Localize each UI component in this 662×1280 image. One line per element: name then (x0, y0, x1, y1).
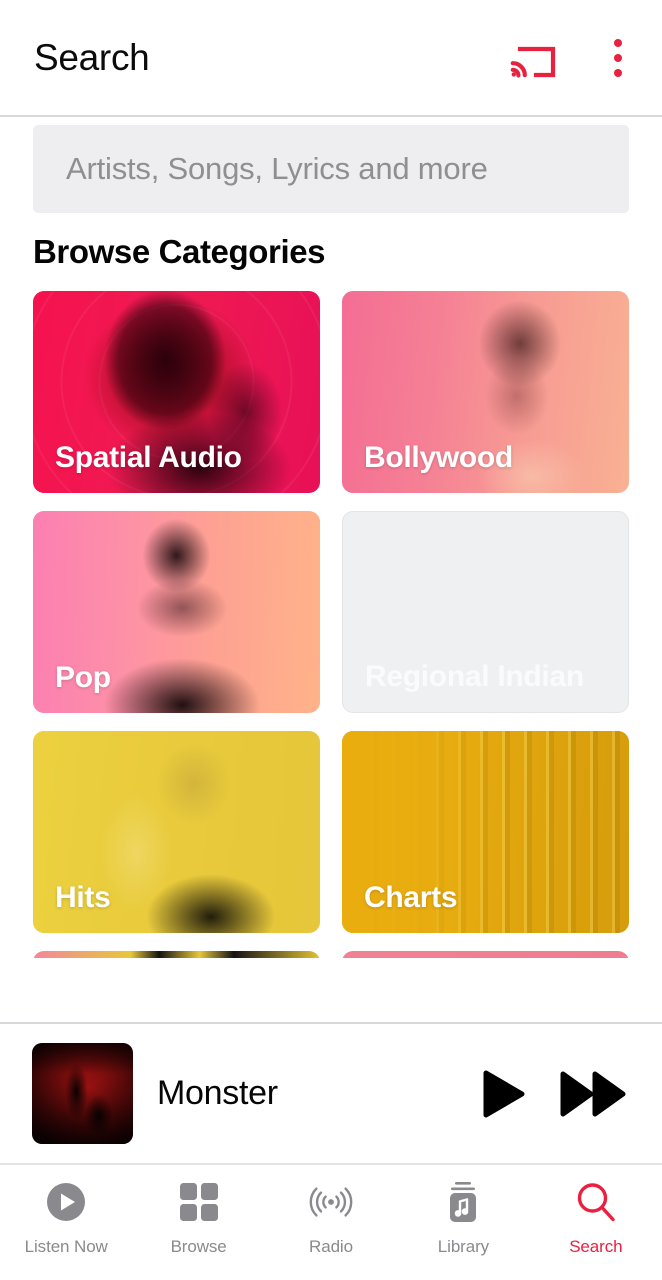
category-tile-hits[interactable]: Hits (33, 731, 320, 933)
browse-categories-heading: Browse Categories (33, 233, 326, 270)
category-tile-charts[interactable]: Charts (342, 731, 629, 933)
nav-label: Search (569, 1237, 623, 1256)
nav-label: Radio (309, 1237, 353, 1256)
category-label: Bollywood (364, 441, 513, 474)
more-vertical-icon (604, 37, 632, 79)
cast-icon (510, 46, 556, 77)
play-button[interactable] (482, 1070, 526, 1118)
search-input[interactable]: Artists, Songs, Lyrics and more (33, 125, 629, 213)
mini-player[interactable]: Monster (0, 1022, 662, 1165)
cast-button[interactable] (510, 38, 558, 78)
category-label: Charts (364, 881, 458, 914)
nav-item-library[interactable]: Library (397, 1179, 529, 1257)
page-title: Search (34, 37, 150, 78)
nav-item-browse[interactable]: Browse (132, 1179, 264, 1257)
overflow-menu-button[interactable] (604, 37, 632, 79)
radio-waves-icon (308, 1179, 354, 1225)
library-music-icon (443, 1179, 483, 1225)
nav-item-search[interactable]: Search (530, 1179, 662, 1257)
app-bar-actions (510, 37, 632, 79)
next-track-button[interactable] (560, 1070, 628, 1118)
player-controls (482, 1070, 628, 1118)
category-tile-clipped[interactable] (33, 951, 320, 958)
nav-item-radio[interactable]: Radio (265, 1179, 397, 1257)
browse-categories-grid: Spatial Audio Bollywood Pop Regional Ind… (33, 291, 629, 933)
category-label: Regional Indian (365, 660, 584, 693)
category-label: Hits (55, 881, 111, 914)
app-screen: Search Artists, Songs, Lyrics and more B… (0, 0, 662, 1280)
album-art (32, 1043, 133, 1144)
category-tile-bollywood[interactable]: Bollywood (342, 291, 629, 493)
nav-label: Library (437, 1237, 490, 1256)
nav-item-listen-now[interactable]: Listen Now (0, 1179, 132, 1257)
category-tile-regional-indian[interactable]: Regional Indian (342, 511, 629, 713)
category-tile-spatial-audio[interactable]: Spatial Audio (33, 291, 320, 493)
nav-label: Browse (170, 1237, 227, 1256)
search-input-placeholder: Artists, Songs, Lyrics and more (66, 151, 488, 186)
category-label: Spatial Audio (55, 441, 242, 474)
play-circle-icon (45, 1179, 87, 1225)
app-bar: Search (0, 0, 662, 117)
nav-label: Listen Now (24, 1237, 108, 1256)
browse-categories-next-row-clipped (33, 951, 629, 958)
track-title: Monster (157, 1074, 278, 1112)
search-content-scroll[interactable]: Artists, Songs, Lyrics and more Browse C… (0, 117, 662, 1022)
category-tile-clipped[interactable] (342, 951, 629, 958)
play-icon (483, 1070, 525, 1117)
fast-forward-icon (560, 1071, 626, 1116)
category-label: Pop (55, 661, 111, 694)
search-icon (575, 1179, 617, 1225)
category-tile-pop[interactable]: Pop (33, 511, 320, 713)
grid-icon (179, 1179, 219, 1225)
bottom-navigation: Listen Now Browse Radio Library Search (0, 1165, 662, 1280)
